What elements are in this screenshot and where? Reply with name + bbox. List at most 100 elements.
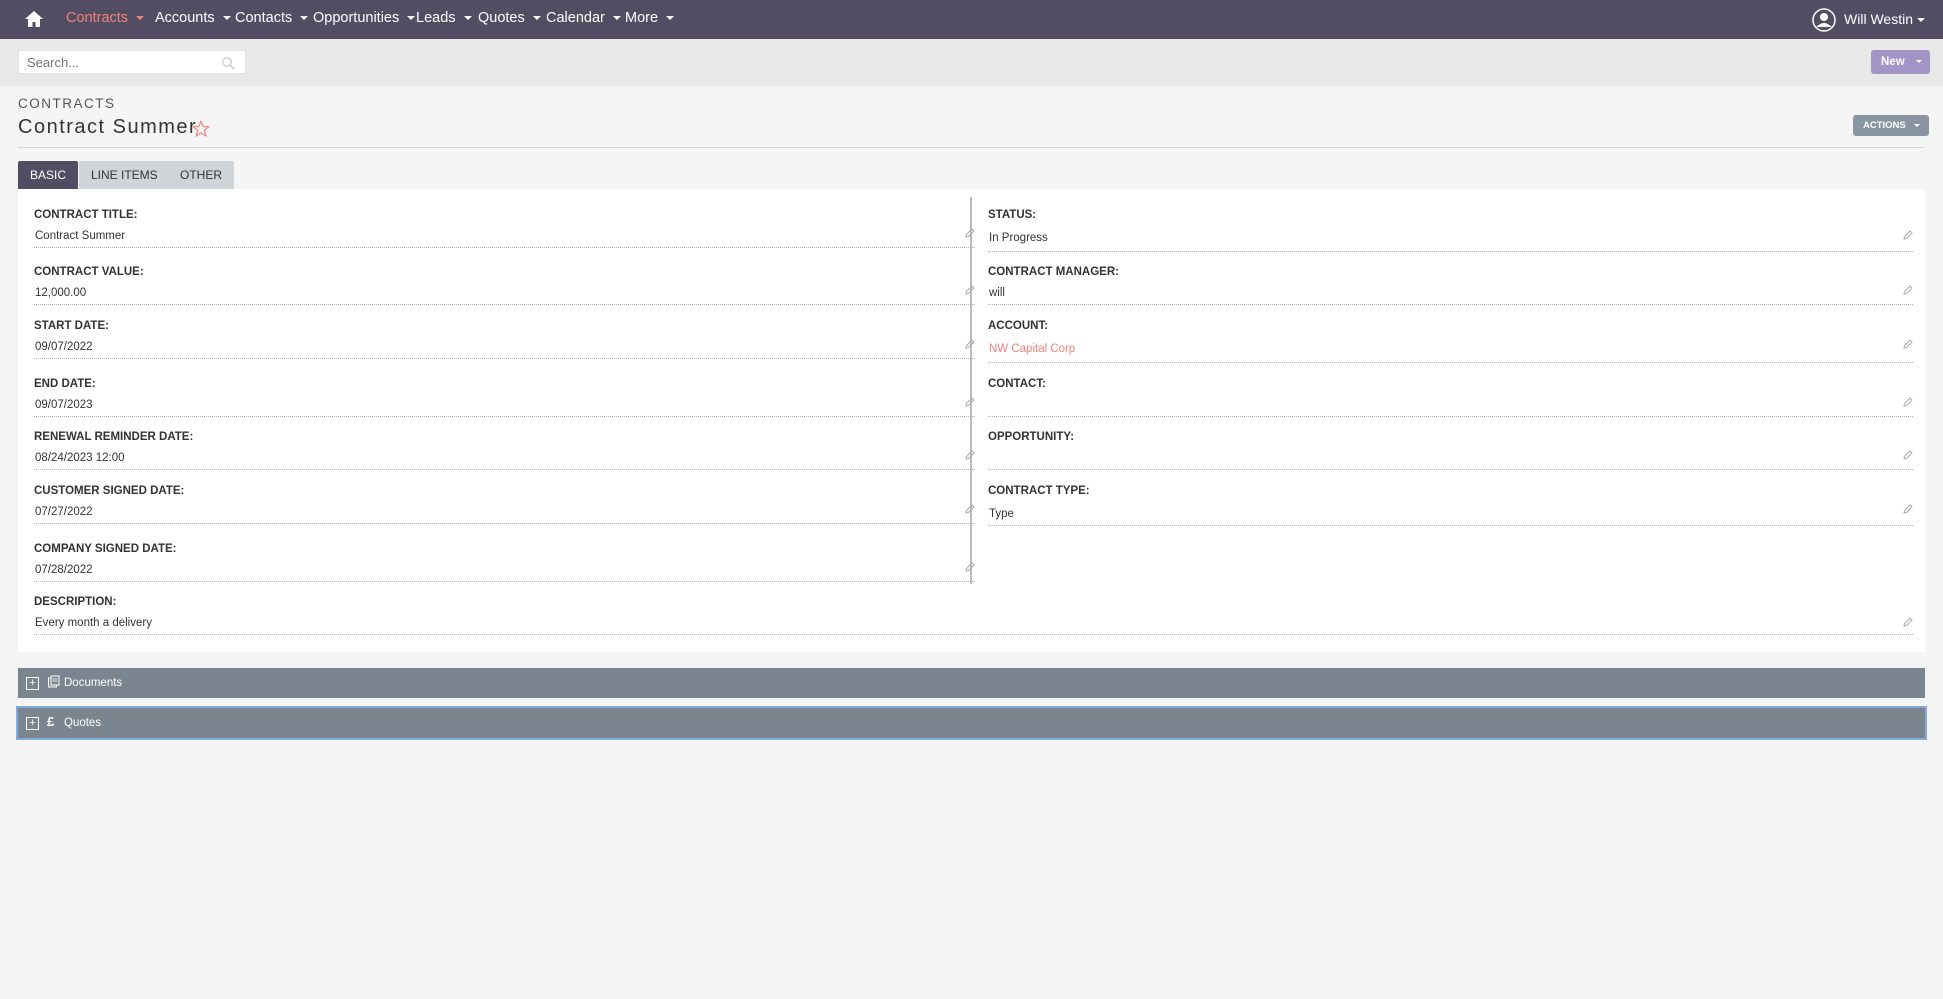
account-link[interactable]: NW Capital Corp bbox=[989, 343, 1075, 355]
chevron-down-icon bbox=[136, 16, 145, 21]
field-contact: CONTACT: bbox=[988, 378, 1913, 423]
top-navbar: Contracts Accounts Contacts Opportunitie… bbox=[0, 0, 1943, 39]
field-label: CONTRACT VALUE: bbox=[34, 266, 144, 278]
field-label: CONTRACT TYPE: bbox=[988, 485, 1090, 497]
pencil-icon[interactable] bbox=[965, 562, 975, 572]
nav-label: Calendar bbox=[546, 10, 605, 26]
subpanel-documents[interactable]: + Documents bbox=[18, 668, 1925, 698]
field-label: START DATE: bbox=[34, 320, 109, 332]
chevron-down-icon bbox=[407, 16, 416, 21]
user-menu[interactable]: Will Westin bbox=[1812, 0, 1925, 39]
tab-line-items[interactable]: LINE ITEMS bbox=[79, 161, 170, 189]
chevron-down-icon bbox=[1917, 18, 1925, 23]
tab-basic[interactable]: BASIC bbox=[18, 161, 79, 189]
nav-opportunities[interactable]: Opportunities bbox=[313, 0, 416, 39]
field-label: STATUS: bbox=[988, 209, 1037, 221]
field-value: 12,000.00 bbox=[35, 287, 87, 299]
pencil-icon[interactable] bbox=[965, 339, 975, 349]
field-end-date: END DATE: 09/07/2023 bbox=[34, 378, 975, 423]
module-title: CONTRACTS bbox=[18, 96, 116, 111]
documents-icon bbox=[48, 675, 60, 688]
nav-leads[interactable]: Leads bbox=[416, 0, 472, 39]
field-underline bbox=[34, 469, 975, 470]
field-value: will bbox=[989, 287, 1005, 299]
field-underline bbox=[34, 247, 975, 248]
pencil-icon[interactable] bbox=[965, 285, 975, 295]
field-label: DESCRIPTION: bbox=[34, 596, 117, 608]
field-underline bbox=[988, 416, 1913, 417]
nav-label: Opportunities bbox=[313, 10, 400, 26]
nav-label: Leads bbox=[416, 10, 456, 26]
home-icon[interactable] bbox=[24, 9, 44, 29]
nav-label: Accounts bbox=[155, 10, 215, 26]
subpanel-quotes[interactable]: + £ Quotes bbox=[16, 706, 1927, 740]
user-name: Will Westin bbox=[1844, 11, 1913, 27]
divider bbox=[18, 147, 1925, 148]
chevron-down-icon bbox=[612, 16, 621, 21]
field-value: Contract Summer bbox=[35, 230, 126, 242]
actions-button[interactable]: ACTIONS bbox=[1853, 115, 1929, 136]
actions-button-label: ACTIONS bbox=[1863, 120, 1906, 131]
field-status: STATUS: In Progress bbox=[988, 209, 1913, 254]
new-button[interactable]: New bbox=[1871, 50, 1930, 74]
pencil-icon[interactable] bbox=[1903, 285, 1913, 295]
nav-label: Contacts bbox=[235, 10, 293, 26]
pencil-icon[interactable] bbox=[965, 504, 975, 514]
search-icon[interactable] bbox=[221, 56, 235, 70]
field-underline bbox=[988, 469, 1913, 470]
field-underline bbox=[34, 523, 975, 524]
nav-calendar[interactable]: Calendar bbox=[546, 0, 621, 39]
chevron-down-icon bbox=[1914, 124, 1920, 127]
nav-more[interactable]: More bbox=[625, 0, 675, 39]
chevron-down-icon bbox=[1916, 60, 1922, 63]
field-value: 09/07/2023 bbox=[35, 399, 93, 411]
field-underline bbox=[988, 251, 1913, 252]
field-underline bbox=[34, 634, 1913, 635]
pencil-icon[interactable] bbox=[1903, 339, 1913, 349]
pencil-icon[interactable] bbox=[1903, 397, 1913, 407]
chevron-down-icon bbox=[300, 16, 309, 21]
field-label: RENEWAL REMINDER DATE: bbox=[34, 431, 194, 443]
field-start-date: START DATE: 09/07/2022 bbox=[34, 320, 975, 365]
field-company-signed-date: COMPANY SIGNED DATE: 07/28/2022 bbox=[34, 543, 975, 588]
field-value: 08/24/2023 12:00 bbox=[35, 452, 125, 464]
field-label: CONTACT: bbox=[988, 378, 1046, 390]
field-underline bbox=[988, 362, 1913, 363]
search-input[interactable] bbox=[18, 50, 246, 74]
field-contract-type: CONTRACT TYPE: Type bbox=[988, 485, 1913, 530]
nav-label: More bbox=[625, 10, 659, 26]
nav-quotes[interactable]: Quotes bbox=[478, 0, 541, 39]
expand-icon[interactable]: + bbox=[26, 717, 39, 730]
field-label: OPPORTUNITY: bbox=[988, 431, 1075, 443]
expand-icon[interactable]: + bbox=[26, 677, 39, 690]
pencil-icon[interactable] bbox=[965, 228, 975, 238]
field-label: END DATE: bbox=[34, 378, 96, 390]
nav-label: Quotes bbox=[478, 10, 525, 26]
nav-contacts[interactable]: Contacts bbox=[235, 0, 309, 39]
field-contract-value: CONTRACT VALUE: 12,000.00 bbox=[34, 266, 975, 311]
pencil-icon[interactable] bbox=[965, 397, 975, 407]
nav-accounts[interactable]: Accounts bbox=[155, 0, 231, 39]
nav-contracts[interactable]: Contracts bbox=[66, 0, 145, 39]
field-label: CONTRACT MANAGER: bbox=[988, 266, 1119, 278]
detail-panel: CONTRACT TITLE: Contract Summer CONTRACT… bbox=[18, 189, 1925, 652]
pencil-icon[interactable] bbox=[1903, 504, 1913, 514]
field-value: 07/28/2022 bbox=[35, 564, 93, 576]
field-label: CUSTOMER SIGNED DATE: bbox=[34, 485, 185, 497]
field-underline bbox=[988, 525, 1913, 526]
field-underline bbox=[34, 358, 975, 359]
pencil-icon[interactable] bbox=[965, 450, 975, 460]
pencil-icon[interactable] bbox=[1903, 617, 1913, 627]
pencil-icon[interactable] bbox=[1903, 450, 1913, 460]
pencil-icon[interactable] bbox=[1903, 230, 1913, 240]
tab-other[interactable]: OTHER bbox=[168, 161, 234, 189]
field-label: COMPANY SIGNED DATE: bbox=[34, 543, 177, 555]
chevron-down-icon bbox=[463, 16, 472, 21]
field-customer-signed-date: CUSTOMER SIGNED DATE: 07/27/2022 bbox=[34, 485, 975, 530]
field-underline bbox=[34, 581, 975, 582]
field-opportunity: OPPORTUNITY: bbox=[988, 431, 1913, 476]
field-value: Type bbox=[989, 508, 1014, 520]
favorite-star-icon[interactable] bbox=[192, 120, 210, 138]
page-title: Contract Summer bbox=[18, 116, 198, 138]
new-button-label: New bbox=[1881, 56, 1905, 68]
